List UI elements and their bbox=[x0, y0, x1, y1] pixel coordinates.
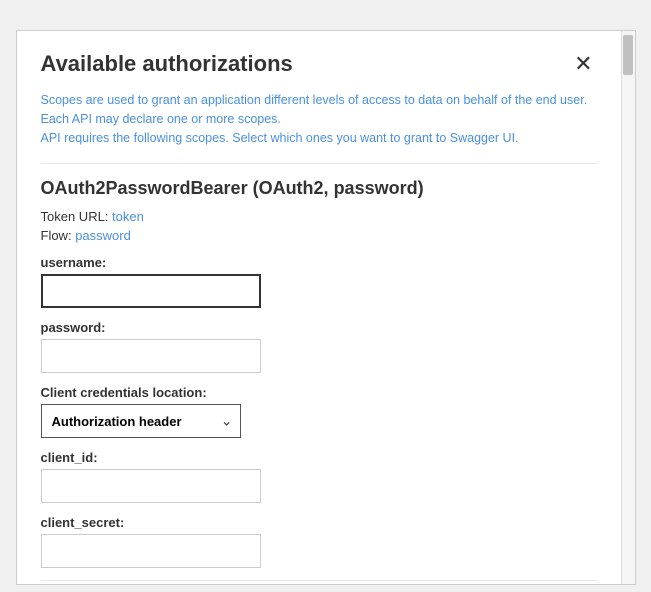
info-line-1: Scopes are used to grant an application … bbox=[41, 91, 597, 129]
flow-row: Flow: password bbox=[41, 228, 597, 243]
credentials-location-field-row: Client credentials location: Authorizati… bbox=[41, 385, 597, 438]
credentials-select-wrapper: Authorization header Basic auth header R… bbox=[41, 404, 241, 438]
credentials-location-select[interactable]: Authorization header Basic auth header R… bbox=[41, 404, 241, 438]
scrollbar-thumb[interactable] bbox=[623, 35, 633, 75]
client-secret-field-row: client_secret: bbox=[41, 515, 597, 568]
footer-buttons: Authorize Close bbox=[41, 580, 597, 584]
token-url-link[interactable]: token bbox=[112, 209, 144, 224]
modal-header: Available authorizations ✕ bbox=[41, 51, 597, 77]
section-title: OAuth2PasswordBearer (OAuth2, password) bbox=[41, 178, 597, 199]
modal-title: Available authorizations bbox=[41, 51, 293, 77]
username-input[interactable] bbox=[41, 274, 261, 308]
client-secret-input[interactable] bbox=[41, 534, 261, 568]
modal-dialog: Available authorizations ✕ Scopes are us… bbox=[16, 30, 636, 585]
modal-body: Available authorizations ✕ Scopes are us… bbox=[17, 31, 621, 584]
token-url-row: Token URL: token bbox=[41, 209, 597, 224]
token-url-label: Token URL: bbox=[41, 209, 109, 224]
scrollbar[interactable] bbox=[621, 31, 635, 584]
password-field-row: password: bbox=[41, 320, 597, 373]
section-divider bbox=[41, 163, 597, 164]
client-id-input[interactable] bbox=[41, 469, 261, 503]
username-label: username: bbox=[41, 255, 597, 270]
flow-value-link[interactable]: password bbox=[75, 228, 131, 243]
info-line-2: API requires the following scopes. Selec… bbox=[41, 129, 597, 148]
modal-backdrop: Available authorizations ✕ Scopes are us… bbox=[0, 0, 651, 592]
password-input[interactable] bbox=[41, 339, 261, 373]
close-icon-button[interactable]: ✕ bbox=[570, 53, 596, 75]
password-label: password: bbox=[41, 320, 597, 335]
client-secret-label: client_secret: bbox=[41, 515, 597, 530]
flow-label: Flow: bbox=[41, 228, 72, 243]
info-text-block: Scopes are used to grant an application … bbox=[41, 91, 597, 147]
client-id-field-row: client_id: bbox=[41, 450, 597, 503]
credentials-location-label: Client credentials location: bbox=[41, 385, 597, 400]
username-field-row: username: bbox=[41, 255, 597, 308]
client-id-label: client_id: bbox=[41, 450, 597, 465]
